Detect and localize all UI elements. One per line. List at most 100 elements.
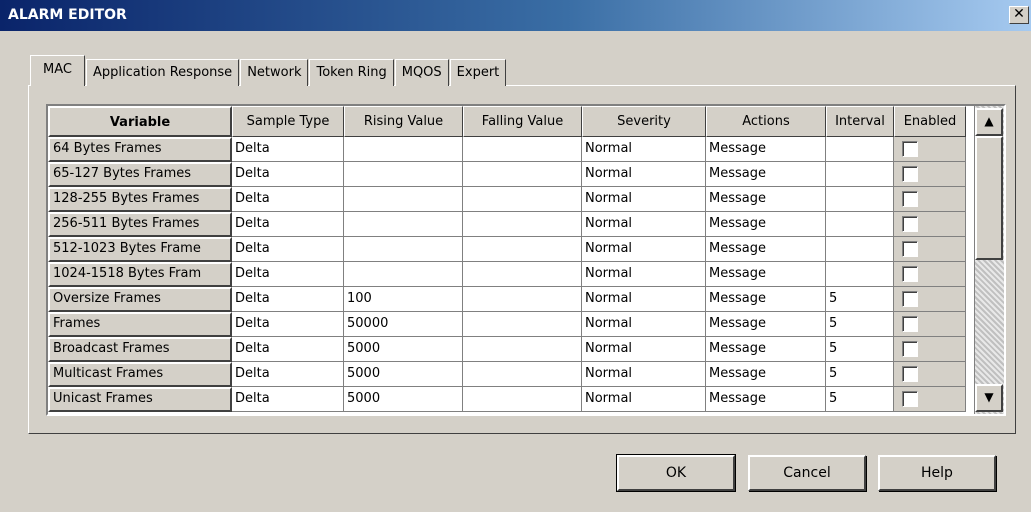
table-row[interactable]: Unicast Frames Delta 5000 Normal Message 5 <box>48 387 974 412</box>
cell-interval[interactable] <box>826 262 894 287</box>
enabled-checkbox[interactable] <box>902 316 918 332</box>
cell-interval[interactable]: 5 <box>826 362 894 387</box>
cell-severity[interactable]: Normal <box>582 287 706 312</box>
cell-sample-type[interactable]: Delta <box>232 312 344 337</box>
cell-interval[interactable] <box>826 187 894 212</box>
cell-interval[interactable] <box>826 212 894 237</box>
table-row[interactable]: 256-511 Bytes Frames Delta Normal Message <box>48 212 974 237</box>
column-header-falling-value[interactable]: Falling Value <box>463 106 582 137</box>
enabled-checkbox[interactable] <box>902 241 918 257</box>
enabled-checkbox[interactable] <box>902 366 918 382</box>
scroll-down-button[interactable]: ▼ <box>975 384 1003 412</box>
cell-rising-value[interactable]: 100 <box>344 287 463 312</box>
table-row[interactable]: 128-255 Bytes Frames Delta Normal Message <box>48 187 974 212</box>
enabled-checkbox[interactable] <box>902 391 918 407</box>
cell-falling-value[interactable] <box>463 212 582 237</box>
cell-severity[interactable]: Normal <box>582 362 706 387</box>
cell-interval[interactable] <box>826 137 894 162</box>
cell-actions[interactable]: Message <box>706 137 826 162</box>
cell-actions[interactable]: Message <box>706 312 826 337</box>
cell-falling-value[interactable] <box>463 387 582 412</box>
cell-sample-type[interactable]: Delta <box>232 187 344 212</box>
cell-severity[interactable]: Normal <box>582 212 706 237</box>
cell-interval[interactable]: 5 <box>826 337 894 362</box>
cell-sample-type[interactable]: Delta <box>232 362 344 387</box>
cell-severity[interactable]: Normal <box>582 162 706 187</box>
column-header-sample-type[interactable]: Sample Type <box>232 106 344 137</box>
column-header-actions[interactable]: Actions <box>706 106 826 137</box>
cell-actions[interactable]: Message <box>706 212 826 237</box>
column-header-rising-value[interactable]: Rising Value <box>344 106 463 137</box>
close-button[interactable]: ✕ <box>1009 6 1029 24</box>
cell-interval[interactable]: 5 <box>826 312 894 337</box>
scroll-up-button[interactable]: ▲ <box>975 108 1003 136</box>
cell-rising-value[interactable] <box>344 212 463 237</box>
cell-severity[interactable]: Normal <box>582 387 706 412</box>
cell-actions[interactable]: Message <box>706 187 826 212</box>
vertical-scrollbar[interactable]: ▲ ▼ <box>974 106 1004 414</box>
tab-network[interactable]: Network <box>240 59 309 86</box>
table-row[interactable]: 65-127 Bytes Frames Delta Normal Message <box>48 162 974 187</box>
cell-severity[interactable]: Normal <box>582 337 706 362</box>
tab-mqos[interactable]: MQOS <box>394 59 449 86</box>
cell-sample-type[interactable]: Delta <box>232 262 344 287</box>
cell-sample-type[interactable]: Delta <box>232 212 344 237</box>
table-row[interactable]: Oversize Frames Delta 100 Normal Message 5 <box>48 287 974 312</box>
column-header-enabled[interactable]: Enabled <box>894 106 966 137</box>
cell-actions[interactable]: Message <box>706 337 826 362</box>
cell-rising-value[interactable] <box>344 162 463 187</box>
table-row[interactable]: 512-1023 Bytes Frame Delta Normal Message <box>48 237 974 262</box>
cell-actions[interactable]: Message <box>706 387 826 412</box>
cell-interval[interactable]: 5 <box>826 387 894 412</box>
cell-falling-value[interactable] <box>463 287 582 312</box>
cell-falling-value[interactable] <box>463 262 582 287</box>
cell-sample-type[interactable]: Delta <box>232 137 344 162</box>
tab-mac[interactable]: MAC <box>30 55 85 86</box>
cell-severity[interactable]: Normal <box>582 312 706 337</box>
enabled-checkbox[interactable] <box>902 216 918 232</box>
cell-severity[interactable]: Normal <box>582 262 706 287</box>
scroll-thumb[interactable] <box>975 136 1003 260</box>
cell-rising-value[interactable]: 5000 <box>344 387 463 412</box>
cell-rising-value[interactable]: 50000 <box>344 312 463 337</box>
enabled-checkbox[interactable] <box>902 291 918 307</box>
column-header-severity[interactable]: Severity <box>582 106 706 137</box>
cell-falling-value[interactable] <box>463 312 582 337</box>
table-row[interactable]: Frames Delta 50000 Normal Message 5 <box>48 312 974 337</box>
table-row[interactable]: 64 Bytes Frames Delta Normal Message <box>48 137 974 162</box>
enabled-checkbox[interactable] <box>902 191 918 207</box>
table-row[interactable]: Multicast Frames Delta 5000 Normal Message 5 <box>48 362 974 387</box>
tab-token-ring[interactable]: Token Ring <box>309 59 394 86</box>
cell-interval[interactable] <box>826 162 894 187</box>
table-row[interactable]: 1024-1518 Bytes Fram Delta Normal Message <box>48 262 974 287</box>
cell-rising-value[interactable] <box>344 137 463 162</box>
cell-falling-value[interactable] <box>463 162 582 187</box>
cell-sample-type[interactable]: Delta <box>232 337 344 362</box>
enabled-checkbox[interactable] <box>902 266 918 282</box>
cell-interval[interactable]: 5 <box>826 287 894 312</box>
enabled-checkbox[interactable] <box>902 341 918 357</box>
column-header-variable[interactable]: Variable <box>48 106 232 137</box>
cell-actions[interactable]: Message <box>706 287 826 312</box>
cell-actions[interactable]: Message <box>706 237 826 262</box>
cell-rising-value[interactable] <box>344 262 463 287</box>
cell-actions[interactable]: Message <box>706 262 826 287</box>
cell-falling-value[interactable] <box>463 337 582 362</box>
cell-sample-type[interactable]: Delta <box>232 387 344 412</box>
cancel-button[interactable]: Cancel <box>748 455 866 491</box>
cell-severity[interactable]: Normal <box>582 237 706 262</box>
cell-rising-value[interactable]: 5000 <box>344 337 463 362</box>
column-header-interval[interactable]: Interval <box>826 106 894 137</box>
cell-falling-value[interactable] <box>463 237 582 262</box>
cell-actions[interactable]: Message <box>706 162 826 187</box>
cell-rising-value[interactable] <box>344 187 463 212</box>
cell-rising-value[interactable]: 5000 <box>344 362 463 387</box>
enabled-checkbox[interactable] <box>902 166 918 182</box>
cell-falling-value[interactable] <box>463 362 582 387</box>
table-row[interactable]: Broadcast Frames Delta 5000 Normal Message 5 <box>48 337 974 362</box>
cell-severity[interactable]: Normal <box>582 187 706 212</box>
enabled-checkbox[interactable] <box>902 141 918 157</box>
cell-actions[interactable]: Message <box>706 362 826 387</box>
cell-falling-value[interactable] <box>463 137 582 162</box>
cell-interval[interactable] <box>826 237 894 262</box>
